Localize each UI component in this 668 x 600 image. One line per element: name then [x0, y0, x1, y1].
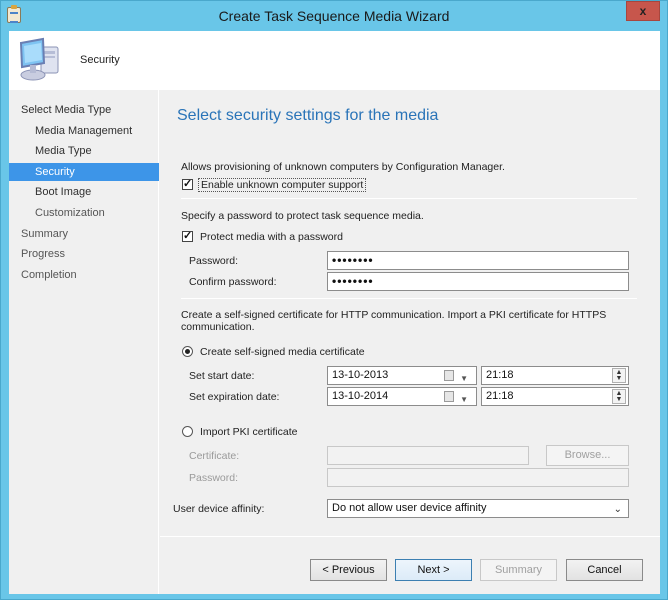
start-date-picker[interactable]: 13-10-2013 ▼	[327, 366, 477, 385]
enable-unknown-computer-checkbox[interactable]	[182, 177, 193, 190]
wizard-header: Security	[9, 31, 660, 90]
certificate-description-line1: Create a self-signed certificate for HTT…	[181, 309, 607, 321]
expiration-date-label: Set expiration date:	[189, 391, 280, 403]
nav-item-customization: Customization	[35, 207, 105, 219]
password-input[interactable]: ••••••••	[327, 251, 629, 270]
nav-item-media-type: Media Type	[35, 145, 92, 157]
previous-button[interactable]: < Previous	[310, 559, 387, 581]
user-device-affinity-select[interactable]: Do not allow user device affinity ⌄	[327, 499, 629, 518]
chevron-down-icon[interactable]: ⌄	[614, 501, 622, 518]
expiration-date-picker[interactable]: 13-10-2014 ▼	[327, 387, 477, 406]
start-date-value: 13-10-2013	[332, 369, 389, 381]
password-description: Specify a password to protect task seque…	[181, 210, 424, 222]
protect-with-password-checkbox[interactable]	[182, 229, 193, 242]
start-time-value: 21:18	[486, 369, 514, 381]
import-pki-certificate-radio[interactable]	[182, 426, 193, 437]
wizard-window: Create Task Sequence Media Wizard x Secu…	[0, 0, 668, 600]
cancel-button[interactable]: Cancel	[566, 559, 643, 581]
wizard-body: Security Select Media Type Media Managem…	[9, 31, 660, 594]
title-bar[interactable]: Create Task Sequence Media Wizard x	[1, 1, 667, 31]
separator	[181, 198, 637, 199]
expiration-date-value: 13-10-2014	[332, 390, 389, 402]
expiration-time-value: 21:18	[486, 390, 514, 402]
self-signed-certificate-radio[interactable]	[182, 346, 193, 357]
dropdown-arrow-icon[interactable]: ▼	[460, 370, 468, 387]
confirm-password-label: Confirm password:	[189, 276, 277, 288]
window-title: Create Task Sequence Media Wizard	[218, 8, 450, 24]
nav-item-progress: Progress	[21, 248, 66, 260]
nav-item-boot-image: Boot Image	[35, 186, 92, 198]
spinner-icon[interactable]: ▲ ▼	[612, 389, 626, 404]
nav-item-security: Security	[9, 163, 159, 181]
summary-button[interactable]: Summary	[480, 559, 557, 581]
pki-password-input[interactable]	[327, 468, 629, 487]
calendar-icon[interactable]	[444, 370, 454, 381]
nav-item-media-management: Media Management	[35, 125, 133, 137]
certificate-label: Certificate:	[189, 450, 240, 462]
enable-unknown-computer-label[interactable]: Enable unknown computer support	[198, 178, 367, 192]
protect-with-password-label[interactable]: Protect media with a password	[200, 231, 343, 243]
computer-icon	[19, 37, 59, 81]
calendar-icon[interactable]	[444, 391, 454, 402]
start-date-label: Set start date:	[189, 370, 255, 382]
start-time-input[interactable]: 21:18 ▲ ▼	[481, 366, 629, 385]
wizard-nav: Select Media Type Media Management Media…	[9, 90, 159, 594]
expiration-time-input[interactable]: 21:18 ▲ ▼	[481, 387, 629, 406]
password-label: Password:	[189, 255, 239, 267]
browse-button[interactable]: Browse...	[546, 445, 629, 466]
confirm-password-input[interactable]: ••••••••	[327, 272, 629, 291]
user-device-affinity-label: User device affinity:	[173, 503, 265, 515]
footer-separator	[160, 536, 660, 537]
import-pki-certificate-label[interactable]: Import PKI certificate	[200, 426, 297, 438]
dropdown-arrow-icon[interactable]: ▼	[460, 391, 468, 408]
separator	[181, 298, 637, 299]
user-device-affinity-value: Do not allow user device affinity	[332, 502, 487, 514]
nav-item-completion: Completion	[21, 269, 77, 281]
nav-item-summary: Summary	[21, 228, 69, 240]
nav-item-select-media-type: Select Media Type	[21, 104, 112, 116]
certificate-description-line2: communication.	[181, 321, 255, 333]
certificate-input[interactable]	[327, 446, 529, 465]
next-button[interactable]: Next >	[395, 559, 472, 581]
unknown-computer-description: Allows provisioning of unknown computers…	[181, 161, 505, 173]
self-signed-certificate-label[interactable]: Create self-signed media certificate	[200, 346, 365, 358]
page-heading: Select security settings for the media	[177, 107, 439, 124]
spinner-icon[interactable]: ▲ ▼	[612, 368, 626, 383]
header-page-name: Security	[80, 54, 120, 66]
close-button[interactable]: x	[626, 1, 660, 21]
wizard-content: Select security settings for the media A…	[160, 90, 660, 535]
pki-password-label: Password:	[189, 472, 239, 484]
